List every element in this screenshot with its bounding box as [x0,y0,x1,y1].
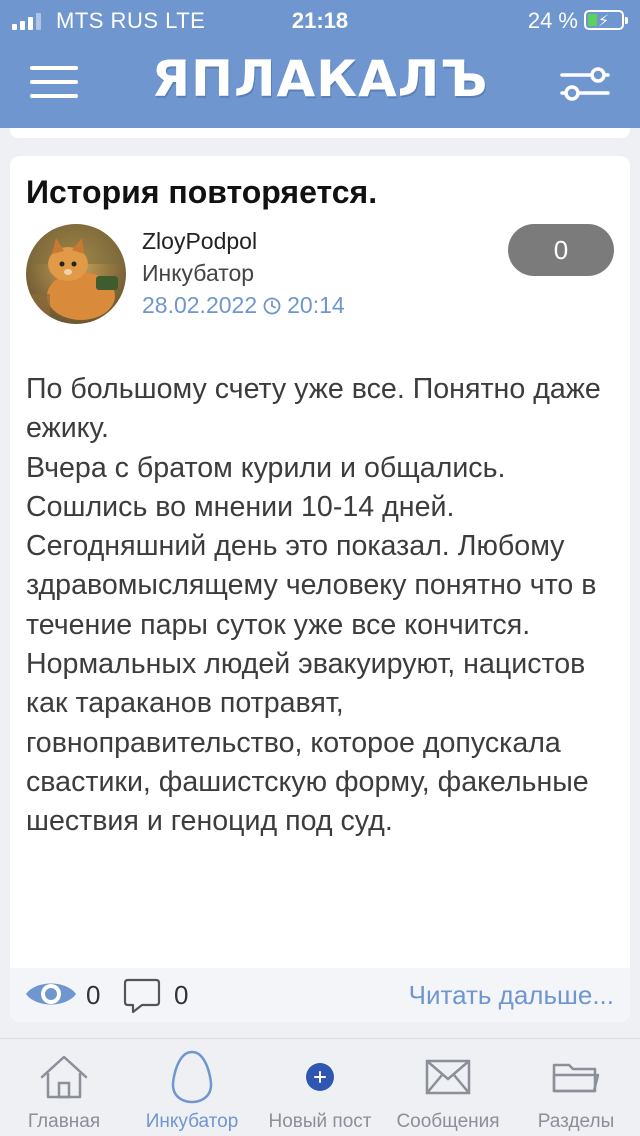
tab-sections-label: Разделы [537,1111,615,1132]
bottom-tab-bar: Главная Инкубатор Новый пост Сообщения Р… [0,1038,640,1136]
post-body-text: По большому счету уже все. Понятно даже … [26,373,601,838]
status-bar: MTS RUS LTE 21:18 24 % ⚡ [0,0,640,42]
read-more-link[interactable]: Читать дальше... [409,980,614,1011]
clock-icon [263,297,281,314]
tab-new-post[interactable]: Новый пост [256,1039,384,1136]
card-footer: 0 0 Читать дальше... [10,968,630,1022]
comment-bubble-icon[interactable] [122,976,162,1016]
post-title[interactable]: История повторяется. [26,174,614,211]
previous-card-edge [10,128,630,138]
avatar[interactable] [26,224,126,324]
tab-messages-label: Сообщения [396,1111,500,1132]
post-card: История повторяется. ZloyPodpol Инкубато… [10,156,630,1022]
post-date: 28.02.2022 [142,292,258,318]
tab-new-post-label: Новый пост [268,1111,372,1132]
plus-circle-icon [306,1063,334,1091]
battery-icon: ⚡ [584,10,628,30]
rating-badge[interactable]: 0 [508,224,614,276]
tab-incubator-label: Инкубатор [145,1111,239,1132]
post-dateline: 28.02.2022 20:14 [142,292,345,319]
tab-sections[interactable]: Разделы [512,1039,640,1136]
eye-icon [26,983,76,1005]
egg-icon [171,1050,213,1104]
post-time: 20:14 [287,292,345,318]
tab-messages[interactable]: Сообщения [384,1039,512,1136]
tab-home[interactable]: Главная [0,1039,128,1136]
envelope-icon [425,1059,471,1095]
folder-icon [552,1063,600,1093]
sliders-settings-icon[interactable] [560,66,610,102]
comments-count: 0 [174,980,189,1010]
hamburger-menu-icon[interactable] [30,62,80,102]
home-icon [40,1055,88,1099]
tab-incubator[interactable]: Инкубатор [128,1039,256,1136]
author-name[interactable]: ZloyPodpol [142,228,257,255]
top-bar: MTS RUS LTE 21:18 24 % ⚡ ЯПЛАКАЛЪ [0,0,640,128]
views-count: 0 [86,980,101,1010]
site-logo[interactable]: ЯПЛАКАЛЪ [150,48,490,110]
battery-percent: 24 % [527,8,578,33]
post-section[interactable]: Инкубатор [142,260,254,287]
post-body: По большому счету уже все. Понятно даже … [26,370,618,842]
tab-home-label: Главная [27,1111,101,1132]
